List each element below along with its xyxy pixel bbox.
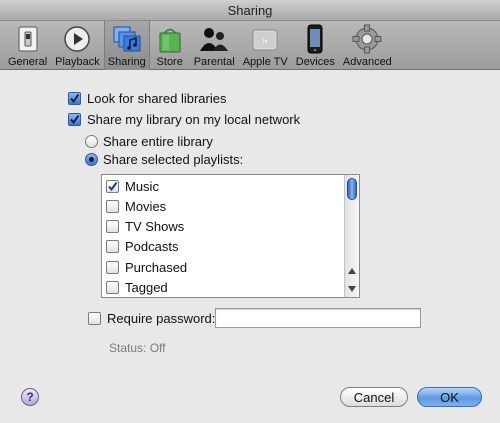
playlist-checkbox[interactable] (106, 220, 119, 233)
playlist-checkbox[interactable] (106, 200, 119, 213)
share-entire-radio[interactable] (85, 135, 98, 148)
list-item[interactable]: Music (106, 179, 159, 194)
ok-button[interactable]: OK (417, 387, 482, 407)
tab-general-label: General (8, 56, 48, 68)
playlists-list[interactable]: Music Movies TV Shows Podcasts Purchased… (101, 174, 360, 298)
cancel-button[interactable]: Cancel (340, 387, 408, 407)
playlist-label: Podcasts (125, 239, 179, 254)
tab-devices[interactable]: Devices (292, 21, 339, 70)
share-library-row[interactable]: Share my library on my local network (68, 112, 300, 127)
tab-parental-label: Parental (193, 56, 235, 68)
checkmark-icon (70, 93, 80, 103)
status-text: Status: Off (109, 341, 166, 355)
list-item[interactable]: TV Shows (106, 219, 184, 234)
look-shared-checkbox[interactable] (68, 92, 81, 105)
share-selected-label: Share selected playlists: (103, 152, 244, 167)
scrollbar-thumb[interactable] (347, 178, 357, 200)
tab-store[interactable]: Store (150, 21, 190, 70)
playlist-label: TV Shows (125, 219, 185, 234)
tab-store-label: Store (156, 56, 183, 68)
tab-apple-tv[interactable]: tv Apple TV (239, 21, 292, 70)
playlist-label: Tagged (125, 280, 168, 295)
share-selected-radio[interactable] (85, 153, 98, 166)
share-entire-row[interactable]: Share entire library (85, 134, 213, 149)
tab-devices-label: Devices (295, 56, 335, 68)
playlist-label: Purchased (125, 260, 188, 275)
share-library-label: Share my library on my local network (87, 112, 301, 127)
playlist-label: Movies (125, 199, 167, 214)
playlists-scrollbar[interactable] (344, 175, 359, 297)
shopping-bag-icon (159, 28, 181, 53)
playlist-checkbox[interactable] (106, 281, 119, 294)
look-shared-row[interactable]: Look for shared libraries (68, 91, 226, 106)
tab-parental[interactable]: Parental (190, 21, 239, 70)
tab-playback-label: Playback (55, 56, 100, 68)
share-library-checkbox[interactable] (68, 113, 81, 126)
playlist-checkbox[interactable] (106, 180, 119, 193)
share-selected-row[interactable]: Share selected playlists: (85, 152, 243, 167)
share-entire-label: Share entire library (103, 134, 213, 149)
people-icon (200, 28, 229, 51)
list-item[interactable]: Tagged (106, 280, 168, 295)
require-password-label: Require password: (107, 311, 216, 326)
switch-icon (18, 26, 38, 52)
playlist-checkbox[interactable] (106, 261, 119, 274)
tab-sharing[interactable]: Sharing (103, 21, 150, 70)
apple-tv-icon: tv (252, 29, 278, 51)
preferences-toolbar: General Playback Sharing Store Parental … (0, 21, 500, 70)
scroll-up-arrow-icon[interactable] (348, 268, 356, 274)
svg-text:tv: tv (263, 39, 268, 45)
checkmark-icon (70, 114, 80, 124)
tab-sharing-label: Sharing (107, 56, 146, 68)
require-password-checkbox[interactable] (88, 312, 101, 325)
playlist-checkbox[interactable] (106, 240, 119, 253)
require-password-row[interactable]: Require password: (88, 311, 215, 326)
playlist-label: Music (125, 179, 159, 194)
music-folders-icon (113, 26, 141, 52)
tab-advanced[interactable]: Advanced (339, 21, 396, 70)
window-title: Sharing (0, 0, 500, 21)
gear-icon (352, 24, 382, 54)
tab-general[interactable]: General (4, 21, 51, 70)
help-button[interactable]: ? (21, 388, 39, 406)
tab-advanced-label: Advanced (342, 56, 392, 68)
tab-apple-tv-label: Apple TV (242, 56, 288, 68)
checkmark-icon (108, 181, 118, 192)
tab-playback[interactable]: Playback (51, 21, 104, 70)
list-item[interactable]: Movies (106, 199, 166, 214)
iphone-icon (307, 24, 323, 54)
scroll-down-arrow-icon[interactable] (348, 286, 356, 292)
list-item[interactable]: Purchased (106, 260, 187, 275)
sharing-pane: Look for shared libraries Share my libra… (0, 71, 500, 423)
look-shared-label: Look for shared libraries (87, 91, 227, 106)
list-item[interactable]: Podcasts (106, 239, 178, 254)
password-field[interactable] (215, 308, 421, 328)
play-icon (64, 26, 91, 52)
